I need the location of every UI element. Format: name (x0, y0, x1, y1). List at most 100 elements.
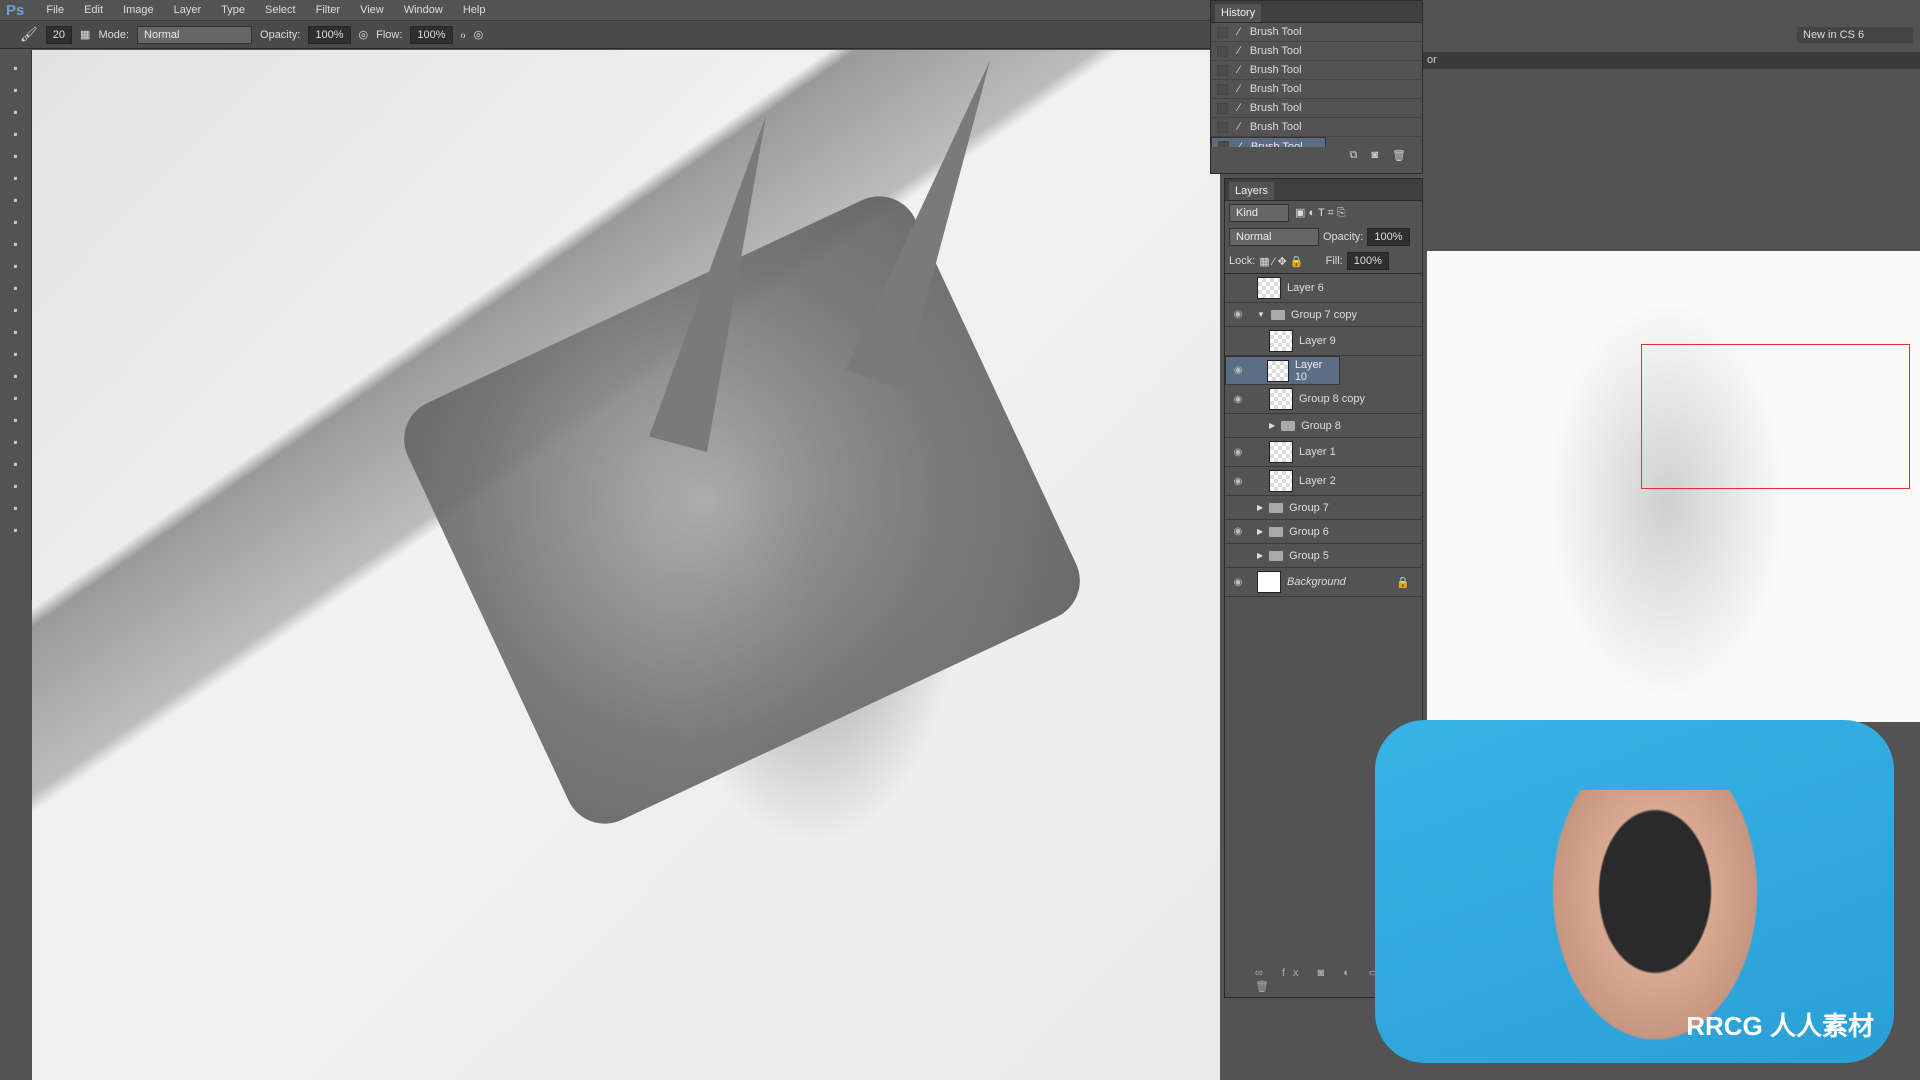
caret-right-icon[interactable]: ▶ (1269, 421, 1275, 430)
layer-row[interactable]: ◉ Layer 2 (1225, 467, 1422, 496)
history-item[interactable]: ⁄ Brush Tool (1211, 23, 1422, 42)
brush-panel-icon[interactable]: ▦ (80, 28, 90, 41)
layer-row[interactable]: ◉ ▼ Group 7 copy (1225, 303, 1422, 327)
menu-select[interactable]: Select (255, 4, 306, 16)
workspace-select[interactable]: New in CS 6 (1797, 27, 1913, 43)
color-swatch-tool-icon[interactable]: ▪ (8, 478, 24, 494)
layer-row[interactable]: ▶ Group 8 (1225, 414, 1422, 438)
canvas[interactable] (32, 50, 1220, 1080)
shape-tool-icon[interactable]: ▪ (8, 412, 24, 428)
layer-row[interactable]: ▶ Group 7 (1225, 496, 1422, 520)
quick-mask-tool-icon[interactable]: ▪ (8, 500, 24, 516)
eye-icon[interactable]: ◉ (1231, 447, 1245, 458)
pressure-opacity-icon[interactable]: ◎ (359, 28, 369, 41)
screen-mode-tool-icon[interactable]: ▪ (8, 522, 24, 538)
history-checkbox[interactable] (1217, 83, 1228, 95)
caret-right-icon[interactable]: ▶ (1257, 527, 1263, 536)
history-checkbox[interactable] (1217, 64, 1228, 76)
lock-icons[interactable]: ▦ ⁄ ✥ 🔒 (1259, 255, 1303, 268)
menu-filter[interactable]: Filter (306, 4, 350, 16)
trash-icon[interactable]: 🗑 (1392, 149, 1406, 162)
menu-image[interactable]: Image (113, 4, 164, 16)
lasso-tool-icon[interactable]: ▪ (8, 104, 24, 120)
gradient-tool-icon[interactable]: ▪ (8, 302, 24, 318)
navigator-view-box[interactable] (1641, 344, 1910, 489)
layers-tab[interactable]: Layers (1229, 182, 1275, 200)
history-brush-tool-icon[interactable]: ▪ (8, 258, 24, 274)
menu-view[interactable]: View (350, 4, 394, 16)
crop-tool-icon[interactable]: ▪ (8, 148, 24, 164)
caret-right-icon[interactable]: ▶ (1257, 551, 1263, 560)
quick-select-tool-icon[interactable]: ▪ (8, 126, 24, 142)
history-checkbox[interactable] (1217, 26, 1228, 38)
brush-size-field[interactable]: 20 (45, 25, 73, 44)
hand-tool-icon[interactable]: ▪ (8, 434, 24, 450)
panel-tab-partial[interactable]: or (1423, 52, 1920, 69)
history-item[interactable]: ⁄ Brush Tool (1211, 42, 1422, 61)
layer-row[interactable]: Layer 6 (1225, 274, 1422, 303)
stamp-tool-icon[interactable]: ▪ (8, 236, 24, 252)
layer-name: Layer 6 (1287, 282, 1324, 294)
healing-tool-icon[interactable]: ▪ (8, 192, 24, 208)
eraser-tool-icon[interactable]: ▪ (8, 280, 24, 296)
layer-row[interactable]: ◉ Layer 1 (1225, 438, 1422, 467)
opacity-field[interactable]: 100% (308, 25, 351, 44)
navigator-preview[interactable] (1427, 251, 1920, 722)
blend-mode-select[interactable]: Normal (1229, 228, 1319, 246)
brush-tool-icon[interactable]: ▪ (8, 214, 24, 230)
airbrush-icon[interactable]: ℴ (461, 28, 466, 41)
caret-right-icon[interactable]: ▶ (1257, 503, 1263, 512)
menu-help[interactable]: Help (453, 4, 496, 16)
brush-preset-icon[interactable]: 🖌 (20, 26, 38, 43)
history-checkbox[interactable] (1217, 121, 1228, 133)
layer-row[interactable]: ◉ ▶ Group 6 (1225, 520, 1422, 544)
layer-thumbnail (1269, 388, 1293, 410)
caret-down-icon[interactable]: ▼ (1257, 310, 1265, 319)
eye-icon[interactable]: ◉ (1232, 365, 1244, 376)
layer-row[interactable]: ◉ Background 🔒 (1225, 568, 1422, 597)
eyedropper-tool-icon[interactable]: ▪ (8, 170, 24, 186)
layer-row[interactable]: ◉ Group 8 copy (1225, 385, 1422, 414)
history-item[interactable]: ⁄ Brush Tool (1211, 118, 1422, 137)
path-select-tool-icon[interactable]: ▪ (8, 390, 24, 406)
layer-row[interactable]: ◉ Layer 10 (1225, 356, 1340, 385)
history-checkbox[interactable] (1218, 141, 1229, 147)
mode-select[interactable]: Normal (137, 25, 253, 44)
history-item[interactable]: ⁄ Brush Tool (1211, 61, 1422, 80)
dodge-tool-icon[interactable]: ▪ (8, 324, 24, 340)
move-tool-icon[interactable]: ▪ (8, 60, 24, 76)
layer-name: Group 7 (1289, 501, 1329, 514)
menu-window[interactable]: Window (394, 4, 453, 16)
layer-row[interactable]: ▶ Group 5 (1225, 544, 1422, 568)
eye-icon[interactable]: ◉ (1231, 309, 1245, 320)
menu-type[interactable]: Type (211, 4, 255, 16)
eye-icon[interactable]: ◉ (1231, 577, 1245, 588)
pen-tool-icon[interactable]: ▪ (8, 346, 24, 362)
history-tab[interactable]: History (1215, 4, 1262, 22)
pressure-size-icon[interactable]: ◎ (474, 28, 484, 41)
filter-kind-select[interactable]: Kind (1229, 204, 1289, 222)
marquee-tool-icon[interactable]: ▪ (8, 82, 24, 98)
flow-field[interactable]: 100% (410, 25, 453, 44)
menu-layer[interactable]: Layer (164, 4, 212, 16)
new-document-icon[interactable]: ⧉ (1350, 149, 1358, 162)
history-item[interactable]: ⁄ Brush Tool (1211, 80, 1422, 99)
eye-icon[interactable]: ◉ (1231, 476, 1245, 487)
menu-file[interactable]: File (36, 4, 74, 16)
filter-icons[interactable]: ▣ ◐ T ⌗ ⎘ (1295, 206, 1346, 220)
history-item[interactable]: ⁄ Brush Tool (1211, 137, 1326, 147)
eye-icon[interactable]: ◉ (1231, 526, 1245, 537)
snapshot-camera-icon[interactable]: ◙ (1371, 149, 1378, 162)
history-checkbox[interactable] (1217, 102, 1228, 114)
layer-thumbnail (1269, 330, 1293, 352)
fill-field[interactable]: 100% (1346, 252, 1389, 270)
type-tool-icon[interactable]: ▪ (8, 368, 24, 384)
history-item[interactable]: ⁄ Brush Tool (1211, 99, 1422, 118)
layer-row[interactable]: Layer 9 (1225, 327, 1422, 356)
eye-icon[interactable]: ◉ (1231, 394, 1245, 405)
zoom-tool-icon[interactable]: ▪ (8, 456, 24, 472)
history-checkbox[interactable] (1217, 45, 1228, 57)
layer-opacity-field[interactable]: 100% (1367, 228, 1410, 246)
menu-edit[interactable]: Edit (74, 4, 113, 16)
layer-thumbnail (1269, 470, 1293, 492)
